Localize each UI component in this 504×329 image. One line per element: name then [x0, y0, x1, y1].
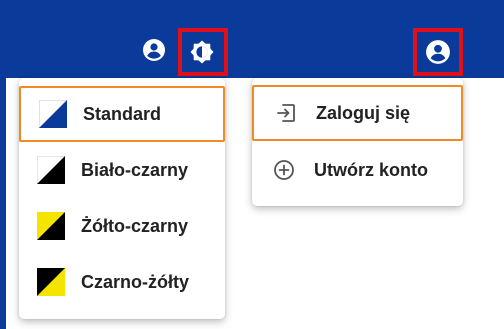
login-icon: [274, 101, 298, 125]
header-left-edge: [0, 78, 6, 329]
contrast-option-label: Żółto-czarny: [81, 215, 189, 236]
contrast-swatch-black-yellow: [37, 268, 65, 296]
contrast-option-black-yellow[interactable]: Czarno-żółty: [19, 254, 225, 310]
contrast-menu-button[interactable]: [186, 36, 218, 68]
user-icon: [142, 38, 166, 62]
login-menu-item[interactable]: Zaloguj się: [252, 85, 463, 141]
create-account-label: Utwórz konto: [314, 159, 428, 180]
contrast-menu: Standard Biało-czarny Żółto-czarny Czarn…: [19, 78, 225, 319]
login-label: Zaloguj się: [316, 102, 411, 123]
contrast-option-label: Biało-czarny: [81, 159, 189, 180]
account-menu: Zaloguj się Utwórz konto: [252, 78, 463, 206]
contrast-option-label: Standard: [83, 103, 162, 124]
contrast-option-white-black[interactable]: Biało-czarny: [19, 142, 225, 198]
create-account-menu-item[interactable]: Utwórz konto: [252, 142, 463, 198]
contrast-option-yellow-black[interactable]: Żółto-czarny: [19, 198, 225, 254]
contrast-swatch-standard: [39, 100, 67, 128]
app-frame: Standard Biało-czarny Żółto-czarny Czarn…: [0, 0, 504, 329]
add-circle-icon: [272, 158, 296, 182]
contrast-swatch-yellow-black: [37, 212, 65, 240]
user-menu-button[interactable]: [423, 37, 453, 67]
contrast-option-standard[interactable]: Standard: [19, 86, 225, 142]
contrast-icon: [189, 39, 215, 65]
user-menu-button-left[interactable]: [141, 37, 167, 63]
contrast-option-label: Czarno-żółty: [81, 271, 189, 292]
user-icon: [425, 39, 451, 65]
contrast-swatch-white-black: [37, 156, 65, 184]
